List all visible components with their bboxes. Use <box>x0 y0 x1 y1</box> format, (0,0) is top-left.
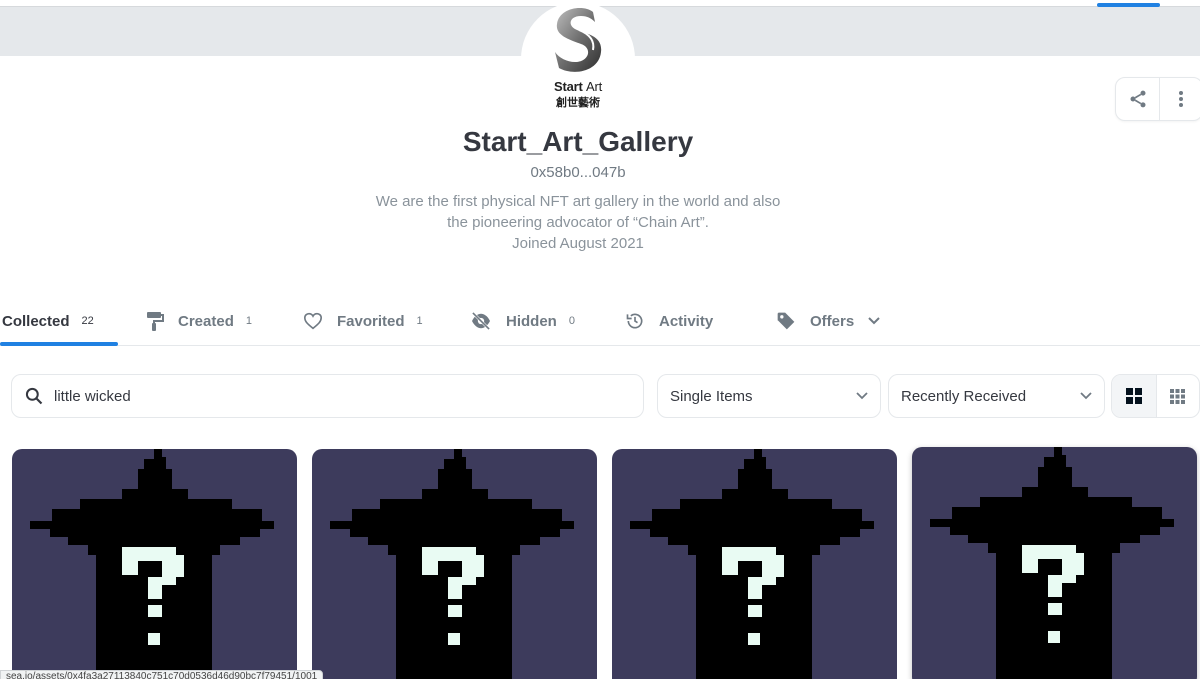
tab-label: Hidden <box>506 312 557 330</box>
eye-off-icon <box>470 312 492 330</box>
history-icon <box>625 311 645 331</box>
more-vertical-icon <box>1179 91 1183 107</box>
tab-collected[interactable]: Collected 22 <box>2 296 94 346</box>
search-bar[interactable] <box>11 374 644 418</box>
profile-tabs: Collected 22 Created 1 Favorited 1 Hidde… <box>0 296 1200 346</box>
tab-favorited[interactable]: Favorited 1 <box>303 296 423 346</box>
browser-status-url: sea.io/assets/0x4fa3a27113840c751c70d053… <box>0 670 324 679</box>
profile-actions <box>1115 77 1200 121</box>
large-grid-icon <box>1125 388 1142 404</box>
logo-text-chinese: 創世藝術 <box>556 97 600 109</box>
tab-label: Offers <box>810 312 855 330</box>
tab-label: Favorited <box>337 312 405 330</box>
mystery-witch-image <box>630 449 874 679</box>
bio-line: the pioneering advocator of “Chain Art”. <box>447 214 709 231</box>
start-art-logo <box>555 8 602 72</box>
small-grid-button[interactable] <box>1155 375 1200 417</box>
chevron-down-icon <box>1080 392 1092 400</box>
tab-activity[interactable]: Activity <box>625 296 713 346</box>
more-options-button[interactable] <box>1159 78 1200 120</box>
joined-date: Joined August 2021 <box>512 235 644 252</box>
share-icon <box>1130 90 1145 108</box>
mystery-witch-image <box>330 449 574 679</box>
large-grid-button[interactable] <box>1112 375 1156 417</box>
mystery-witch-image <box>930 447 1174 679</box>
tab-count: 22 <box>81 315 94 327</box>
banner-accent-bar <box>1097 3 1160 7</box>
tab-hidden[interactable]: Hidden 0 <box>470 296 575 346</box>
paint-roller-icon <box>146 311 164 331</box>
tab-label: Collected <box>2 312 70 330</box>
grid-size-toggle <box>1111 374 1200 418</box>
wallet-address[interactable]: 0x58b0...047b <box>0 164 1156 181</box>
sort-select[interactable]: Recently Received <box>888 374 1105 418</box>
tab-label: Activity <box>659 312 714 330</box>
profile-bio: We are the first physical NFT art galler… <box>330 191 826 254</box>
tab-count: 1 <box>416 315 423 327</box>
profile-avatar: Start Art 創世藝術 <box>521 2 635 116</box>
nft-card[interactable] <box>912 447 1197 679</box>
profile-name: Start_Art_Gallery <box>462 126 694 157</box>
item-type-value: Single Items <box>670 387 753 405</box>
tag-icon <box>776 311 796 331</box>
chevron-down-icon <box>868 317 880 325</box>
logo-text-start: Start <box>553 79 583 94</box>
item-type-select[interactable]: Single Items <box>657 374 881 418</box>
chevron-down-icon <box>856 392 868 400</box>
active-tab-indicator <box>0 342 118 346</box>
mystery-witch-image <box>30 449 274 679</box>
share-button[interactable] <box>1116 78 1159 120</box>
nft-card[interactable] <box>312 449 597 679</box>
tab-offers[interactable]: Offers <box>776 296 880 346</box>
bio-line: We are the first physical NFT art galler… <box>375 193 781 210</box>
sort-value: Recently Received <box>901 387 1027 405</box>
nft-card[interactable] <box>12 449 297 679</box>
small-grid-icon <box>1170 388 1186 404</box>
search-input[interactable] <box>54 387 614 405</box>
tab-count: 1 <box>245 315 252 327</box>
heart-icon <box>303 312 323 330</box>
tab-count: 0 <box>568 315 575 327</box>
logo-text: Start Art <box>521 79 635 94</box>
nft-card[interactable] <box>612 449 897 679</box>
tab-created[interactable]: Created 1 <box>146 296 252 346</box>
search-icon <box>25 387 43 405</box>
logo-text-art: Art <box>586 79 603 94</box>
tab-label: Created <box>178 312 234 330</box>
